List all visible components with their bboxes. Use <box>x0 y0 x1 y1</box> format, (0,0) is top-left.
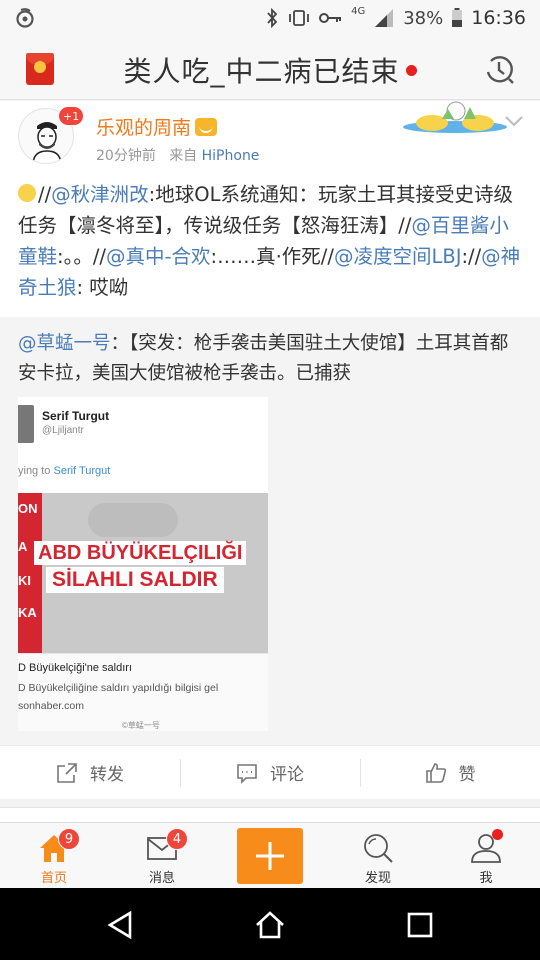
share-icon <box>57 762 77 783</box>
card-decoration <box>403 101 507 133</box>
image-name: Serif Turgut <box>42 409 110 423</box>
comment-button[interactable]: 评论 <box>180 746 360 800</box>
repost-author[interactable]: @草蜢一号 <box>18 333 111 354</box>
home-nav-icon[interactable] <box>255 910 285 940</box>
repost-image[interactable]: Serif Turgut @Ljiljantr ying to Serif Tu… <box>18 397 268 731</box>
image-watermark: ©草蜢一号 <box>122 721 160 730</box>
me-unread-dot <box>492 829 503 840</box>
emoji-face-icon <box>18 183 36 202</box>
signal-icon <box>375 9 394 27</box>
like-button[interactable]: 赞 <box>360 746 540 800</box>
battery-icon <box>452 8 463 27</box>
image-link-caption: D Büyükelçiği'ne saldırı D Büyükelçiliği… <box>18 653 268 731</box>
source-prefix: 来自 <box>169 148 198 164</box>
feed: +1 乐观的周南 20分钟前 来自 HiPhone //@秋津洲改:地球OL系统… <box>0 101 540 799</box>
top-nav: 类人吃_中二病已结束 <box>0 36 540 100</box>
recents-icon[interactable] <box>405 910 435 940</box>
messages-badge: 4 <box>166 828 188 850</box>
thumbs-up-icon <box>425 762 446 783</box>
mention-link[interactable]: @秋津洲改 <box>51 183 149 206</box>
post-text-segment: : 哎呦 <box>76 276 129 299</box>
post-header: +1 乐观的周南 20分钟前 来自 HiPhone <box>0 101 540 173</box>
repost-text: @草蜢一号：【突发：枪手袭击美国驻土大使馆】土耳其首都安卡拉，美国大使馆被枪手袭… <box>18 333 509 384</box>
system-nav-bar <box>0 888 540 960</box>
weibo-post[interactable]: +1 乐观的周南 20分钟前 来自 HiPhone //@秋津洲改:地球OL系统… <box>0 101 540 799</box>
image-headline-1: ABD BÜYÜKELÇILIĞI <box>34 541 247 565</box>
post-text: //@秋津洲改:地球OL系统通知：玩家土耳其接受史诗级任务【凛冬将至】，传说级任… <box>0 173 540 317</box>
weibo-notification-icon <box>16 8 34 28</box>
page-title: 类人吃_中二病已结束 <box>0 50 540 90</box>
key-icon <box>319 13 342 23</box>
tab-messages[interactable]: 消息 4 <box>108 823 216 888</box>
vibrate-icon <box>289 10 309 26</box>
repost-card[interactable]: @草蜢一号：【突发：枪手袭击美国驻土大使馆】土耳其首都安卡拉，美国大使馆被枪手袭… <box>0 317 540 745</box>
tab-me[interactable]: 我 <box>432 823 540 888</box>
vip-crown-icon <box>195 117 218 136</box>
post-text-segment: :// <box>461 245 482 268</box>
image-tweet-header: Serif Turgut @Ljiljantr ying to Serif Tu… <box>18 397 268 493</box>
source-device[interactable]: HiPhone <box>202 148 260 164</box>
status-bar: 4G 38% 16:36 <box>0 0 540 36</box>
search-icon <box>364 834 393 863</box>
compose-button[interactable] <box>237 828 303 884</box>
comment-icon <box>237 763 257 784</box>
back-icon[interactable] <box>106 910 136 940</box>
post-text-segment: // <box>38 183 52 206</box>
image-reply-line: ying to Serif Turgut <box>18 465 111 477</box>
bottom-tab-bar: 首页 9 消息 4 发现 我 <box>0 822 540 888</box>
mention-link[interactable]: @凌度空间LBJ <box>334 245 462 268</box>
battery-percent: 38% <box>403 7 444 29</box>
image-handle: @Ljiljantr <box>42 425 84 436</box>
history-clock-icon[interactable] <box>482 52 516 86</box>
username[interactable]: 乐观的周南 <box>96 113 218 140</box>
plus-icon <box>256 842 284 870</box>
mention-link[interactable]: @真中-合欢 <box>106 245 211 268</box>
tab-home[interactable]: 首页 9 <box>0 823 108 888</box>
image-red-bar: ON A KI KA <box>18 493 42 653</box>
post-actions: 转发 评论 赞 <box>0 745 540 799</box>
avatar-badge: +1 <box>58 106 85 126</box>
bluetooth-icon <box>267 8 278 28</box>
unread-dot <box>405 64 417 76</box>
home-badge: 9 <box>58 828 80 850</box>
clock: 16:36 <box>471 7 526 29</box>
network-type: 4G <box>351 5 366 17</box>
chevron-down-icon[interactable] <box>504 115 524 127</box>
post-text-segment: :。。// <box>57 245 106 268</box>
time-ago: 20分钟前 <box>96 148 156 164</box>
tab-discover[interactable]: 发现 <box>324 823 432 888</box>
image-photo: ON A KI KA ABD BÜYÜKELÇILIĞI SİLAHLI SAL… <box>18 493 268 653</box>
post-text-segment: :……真·作死// <box>210 245 334 268</box>
tab-compose[interactable] <box>216 823 324 888</box>
repost-button[interactable]: 转发 <box>0 746 180 800</box>
post-meta: 20分钟前 来自 HiPhone <box>96 145 259 165</box>
image-headline-2: SİLAHLI SALDIR <box>46 567 224 593</box>
image-avatar <box>18 405 34 443</box>
